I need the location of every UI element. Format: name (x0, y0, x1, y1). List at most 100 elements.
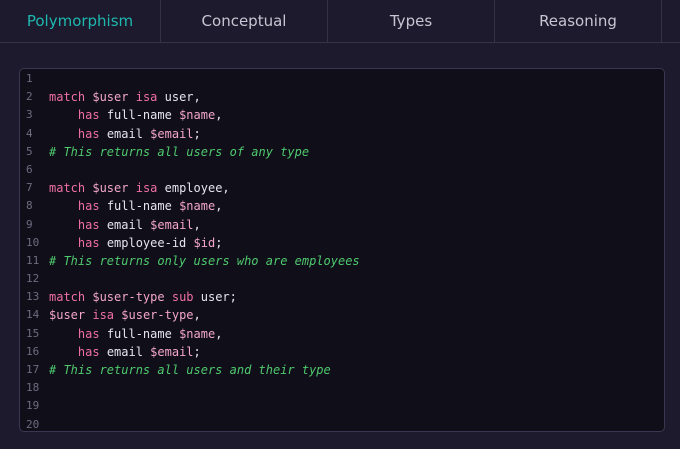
code-token: , (193, 217, 201, 232)
code-line: 10 has employee-id $id; (20, 234, 360, 252)
code-line: 16 has email $email; (20, 343, 360, 361)
tab-types[interactable]: Types (328, 0, 495, 42)
code-token: , (215, 326, 223, 341)
code-text: has full-name $name, (49, 325, 223, 343)
code-line: 8 has full-name $name, (20, 197, 360, 215)
tab-polymorphism[interactable]: Polymorphism (0, 0, 161, 42)
code-token: ; (193, 126, 201, 141)
code-line: 5 # This returns all users of any type (20, 143, 360, 161)
code-token: email (106, 217, 151, 232)
code-line: 18 (20, 379, 360, 397)
code-keyword: isa (92, 308, 122, 323)
code-line: 12 (20, 270, 360, 288)
code-keyword: match (49, 181, 93, 196)
code-token: , (215, 199, 223, 214)
code-line: 7 match $user isa employee, (20, 179, 360, 197)
tab-bar: Polymorphism Conceptual Types Reasoning (0, 0, 680, 43)
code-text: has email $email, (49, 216, 201, 234)
code-keyword: isa (135, 90, 165, 105)
code-keyword: has (77, 126, 107, 141)
code-token: employee-id (106, 235, 194, 250)
code-variable: $user (49, 308, 93, 323)
tab-conceptual[interactable]: Conceptual (161, 0, 328, 42)
line-number: 12 (26, 272, 40, 286)
code-block: 1 2 match $user isa user, 3 has full-name $… (20, 70, 360, 431)
code-text: # This returns only users who are employ… (49, 252, 360, 270)
code-line: 17 # This returns all users and their typ… (20, 361, 360, 379)
code-token: , (193, 308, 201, 323)
code-line: 11 # This returns only users who are empl… (20, 252, 360, 270)
code-line: 9 has email $email, (20, 216, 360, 234)
code-comment: # This returns only users who are employ… (49, 253, 360, 268)
code-comment: # This returns all users of any type (49, 144, 310, 159)
code-line: 14 $user isa $user-type, (20, 306, 360, 324)
code-keyword: has (77, 326, 107, 341)
code-keyword: has (77, 108, 107, 123)
code-token: email (106, 344, 151, 359)
code-keyword: has (77, 217, 107, 232)
line-number: 19 (26, 399, 40, 413)
line-number: 18 (26, 381, 40, 395)
code-token: user, (164, 90, 201, 105)
line-number: 10 (26, 235, 40, 249)
code-variable: $user (92, 181, 136, 196)
code-variable: $name (179, 326, 216, 341)
code-line: 4 has email $email; (20, 125, 360, 143)
code-line: 20 (20, 416, 360, 431)
code-text: has full-name $name, (49, 106, 223, 124)
line-number: 5 (26, 144, 33, 158)
code-token: email (106, 126, 151, 141)
code-text: has email $email; (49, 125, 201, 143)
code-text: $user isa $user-type, (49, 306, 201, 324)
code-token: user; (200, 290, 237, 305)
code-token: , (215, 108, 223, 123)
code-line: 1 (20, 70, 360, 88)
code-keyword: match (49, 90, 93, 105)
code-text: has full-name $name, (49, 197, 223, 215)
code-line: 6 (20, 161, 360, 179)
code-token: ; (193, 344, 201, 359)
line-number: 16 (26, 344, 40, 358)
code-variable: $user (92, 90, 136, 105)
line-number: 15 (26, 326, 40, 340)
code-token: full-name (106, 326, 180, 341)
code-variable: $name (179, 199, 216, 214)
code-line: 19 (20, 397, 360, 415)
line-number: 2 (26, 90, 33, 104)
code-keyword: sub (171, 290, 201, 305)
code-line: 15 has full-name $name, (20, 325, 360, 343)
line-number: 14 (26, 308, 40, 322)
code-variable: $email (150, 217, 194, 232)
code-variable: $email (150, 126, 194, 141)
code-keyword: isa (135, 181, 165, 196)
code-line: 13 match $user-type sub user; (20, 288, 360, 306)
line-number: 17 (26, 363, 40, 376)
code-keyword: has (77, 344, 107, 359)
line-number: 13 (26, 290, 40, 304)
code-variable: $email (150, 344, 194, 359)
code-text: has email $email; (49, 343, 201, 361)
line-number: 6 (26, 162, 33, 176)
code-editor[interactable]: 1 2 match $user isa user, 3 has full-name $… (19, 68, 665, 432)
line-number: 11 (26, 253, 40, 267)
line-number: 9 (26, 217, 33, 231)
code-text: # This returns all users of any type (49, 143, 309, 161)
line-number: 4 (26, 126, 33, 140)
code-text: match $user isa user, (49, 88, 201, 106)
code-line: 2 match $user isa user, (20, 88, 360, 106)
code-text: has employee-id $id; (49, 234, 223, 252)
line-number: 8 (26, 199, 33, 213)
code-variable: $id (193, 235, 216, 250)
code-keyword: match (49, 290, 93, 305)
code-text: match $user isa employee, (49, 179, 230, 197)
line-number: 7 (26, 181, 33, 195)
code-line: 3 has full-name $name, (20, 106, 360, 124)
tab-reasoning[interactable]: Reasoning (495, 0, 662, 42)
